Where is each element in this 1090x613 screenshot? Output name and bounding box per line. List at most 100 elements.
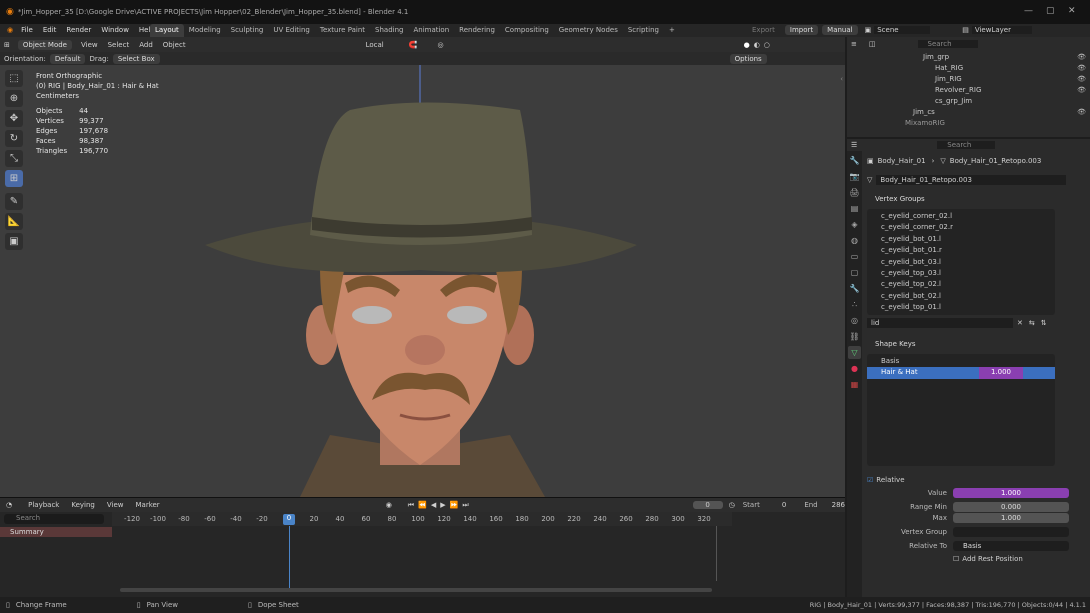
record-icon[interactable]: ◉ — [386, 501, 392, 509]
move-tool-icon[interactable]: ✥ — [5, 110, 23, 127]
tab-modeling[interactable]: Modeling — [184, 24, 226, 37]
collection-tab-icon[interactable]: ▭ — [848, 250, 861, 263]
marker-menu[interactable]: Marker — [129, 501, 165, 509]
cursor-tool-icon[interactable]: ⊕ — [5, 90, 23, 107]
vertex-group-item[interactable]: c_eyelid_bot_01.l — [867, 234, 1055, 245]
vertex-group-field[interactable] — [953, 527, 1069, 537]
mesh-name-field[interactable]: Body_Hair_01_Retopo.003 — [876, 175, 1067, 185]
tab-rendering[interactable]: Rendering — [454, 24, 500, 37]
modifier-tab-icon[interactable]: 🔧 — [848, 282, 861, 295]
play-icon[interactable]: ▶ — [440, 501, 445, 509]
vertex-group-item[interactable]: c_eyelid_bot_02.l — [867, 291, 1055, 302]
max-field[interactable]: 1.000 — [953, 513, 1069, 523]
rotate-tool-icon[interactable]: ↻ — [5, 130, 23, 147]
tab-sculpting[interactable]: Sculpting — [226, 24, 269, 37]
add-workspace-icon[interactable]: + — [664, 24, 680, 37]
particles-tab-icon[interactable]: ∴ — [848, 298, 861, 311]
frame-ruler[interactable]: -120 -100 -80 -60 -40 -20 20 40 60 80 10… — [112, 512, 732, 526]
eye-icon[interactable]: 👁 — [1077, 63, 1086, 74]
outliner-row[interactable]: Jim_grp 👁 — [847, 52, 1090, 63]
scene-selector[interactable]: Scene — [874, 26, 931, 34]
close-icon[interactable]: ✕ — [1068, 6, 1076, 16]
shape-keys-panel-title[interactable]: Shape Keys — [867, 338, 1087, 350]
scale-tool-icon[interactable]: ⤡ — [5, 150, 23, 167]
play-reverse-icon[interactable]: ◀ — [431, 501, 436, 509]
breadcrumb-object[interactable]: Body_Hair_01 — [878, 157, 926, 165]
viewport-shading-solid[interactable]: ● — [744, 41, 750, 49]
measure-tool-icon[interactable]: 📐 — [5, 213, 23, 230]
outliner-search-input[interactable]: Search — [917, 39, 978, 48]
transform-tool-icon[interactable]: ⊞ — [5, 170, 23, 187]
shape-key-item[interactable]: Basis — [867, 356, 1055, 367]
menu-window[interactable]: Window — [96, 26, 134, 34]
transform-orientation-dropdown[interactable]: Local — [361, 41, 389, 49]
vertex-group-item[interactable]: c_eyelid_top_02.l — [867, 279, 1055, 290]
world-tab-icon[interactable]: ◍ — [848, 234, 861, 247]
value-slider[interactable]: 1.000 — [953, 488, 1069, 498]
clear-filter-icon[interactable]: ✕ — [1017, 319, 1023, 327]
options-button[interactable]: Options — [729, 53, 767, 64]
tab-uv-editing[interactable]: UV Editing — [268, 24, 315, 37]
eye-icon[interactable]: 👁 — [1077, 74, 1086, 85]
vertex-group-item[interactable]: c_eyelid_top_01.l — [867, 302, 1055, 313]
output-tab-icon[interactable]: 🖨 — [848, 186, 861, 199]
jump-end-icon[interactable]: ⏭ — [462, 501, 468, 510]
playback-menu[interactable]: Playback — [22, 501, 65, 509]
jump-start-icon[interactable]: ⏮ — [408, 501, 414, 510]
scene-tab-icon[interactable]: ◈ — [848, 218, 861, 231]
tab-texture-paint[interactable]: Texture Paint — [315, 24, 370, 37]
import-button[interactable]: Import — [784, 25, 819, 35]
invert-filter-icon[interactable]: ⇆ — [1029, 319, 1035, 327]
menu-edit[interactable]: Edit — [38, 26, 62, 34]
range-min-field[interactable]: 0.000 — [953, 502, 1069, 512]
sort-icon[interactable]: ⇅ — [1041, 319, 1047, 327]
preview-range-icon[interactable]: ◷ — [729, 501, 735, 509]
select-tool-icon[interactable]: ⬚ — [5, 70, 23, 87]
outliner-editor-icon[interactable]: ≡ — [851, 40, 857, 48]
viewport-shading-material[interactable]: ◐ — [754, 41, 760, 49]
menu-render[interactable]: Render — [61, 26, 96, 34]
current-frame-field[interactable]: 0 — [692, 501, 723, 509]
add-rest-checkbox[interactable]: ☐ — [953, 555, 959, 563]
snap-icon[interactable]: 🧲 — [409, 41, 418, 49]
sidebar-toggle-icon[interactable]: ‹ — [840, 75, 843, 83]
shape-key-value[interactable]: 1.000 — [979, 367, 1023, 379]
mesh-browse-icon[interactable]: ▽ — [867, 176, 872, 184]
tab-animation[interactable]: Animation — [408, 24, 454, 37]
mesh-data-tab-icon[interactable]: ▽ — [848, 346, 861, 359]
playhead[interactable]: 0 — [283, 514, 295, 525]
menu-select[interactable]: Select — [103, 41, 135, 49]
properties-editor-icon[interactable]: ☰ — [851, 141, 857, 149]
timeline-search-input[interactable]: Search — [4, 514, 104, 524]
vertex-group-item[interactable]: c_eyelid_bot_01.r — [867, 245, 1055, 256]
keying-menu[interactable]: Keying — [65, 501, 101, 509]
outliner-row[interactable]: Jim_cs 👁 — [847, 107, 1090, 118]
vertex-group-item[interactable]: c_eyelid_corner_02.l — [867, 211, 1055, 222]
orientation-dropdown[interactable]: Default — [49, 53, 86, 64]
render-tab-icon[interactable]: 📷 — [848, 170, 861, 183]
tool-tab-icon[interactable]: 🔧 — [848, 154, 861, 167]
properties-search-input[interactable]: Search — [937, 141, 996, 149]
mode-dropdown[interactable]: Object Mode — [17, 39, 72, 50]
outliner-row[interactable]: Revolver_RIG 👁 — [847, 85, 1090, 96]
menu-add[interactable]: Add — [134, 41, 158, 49]
outliner-filter-icon[interactable]: ◫ — [869, 40, 876, 48]
eye-icon[interactable]: 👁 — [1077, 85, 1086, 96]
vertex-group-item[interactable]: c_eyelid_bot_03.l — [867, 257, 1055, 268]
relative-checkbox[interactable]: ☑ — [867, 476, 873, 484]
dope-sheet-timeline[interactable]: Search Summary -120 -100 -80 -60 -40 -20… — [0, 512, 845, 597]
outliner-row[interactable]: cs_grp_Jim — [847, 96, 1090, 107]
minimize-icon[interactable]: — — [1024, 6, 1033, 16]
3d-viewport[interactable]: ⬚ ⊕ ✥ ↻ ⤡ ⊞ ✎ 📐 ▣ Front Orthographic (0)… — [0, 65, 845, 497]
outliner-row[interactable]: Jim_RIG 👁 — [847, 74, 1090, 85]
eye-icon[interactable]: 👁 — [1077, 52, 1086, 63]
breadcrumb-mesh[interactable]: Body_Hair_01_Retopo.003 — [950, 157, 1042, 165]
viewlayer-selector[interactable]: ViewLayer — [971, 26, 1032, 34]
menu-object[interactable]: Object — [158, 41, 191, 49]
relative-to-field[interactable]: Basis — [953, 541, 1069, 551]
texture-tab-icon[interactable]: ▦ — [848, 378, 861, 391]
outliner-row[interactable]: MixamoRIG — [847, 118, 1090, 129]
manual-button[interactable]: Manual — [822, 25, 858, 35]
maximize-icon[interactable]: ▢ — [1046, 6, 1055, 16]
vertex-group-item[interactable]: c_eyelid_top_03.l — [867, 268, 1055, 279]
